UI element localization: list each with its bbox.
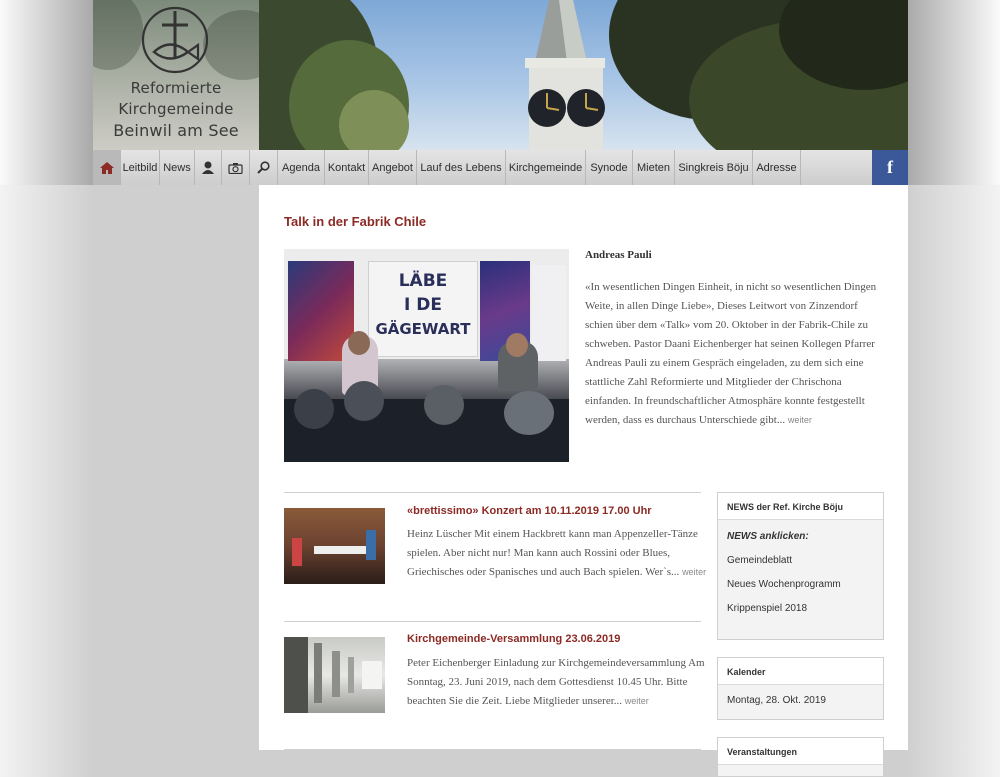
nav-home[interactable] [93,150,121,185]
person-icon [202,161,214,174]
nav-item-agenda[interactable]: Agenda [278,150,325,185]
cross-fish-emblem-icon [141,6,209,74]
article-text: Heinz Lüscher Mit einem Hackbrett kann m… [407,525,707,582]
nav-item-leitbild[interactable]: Leitbild [121,150,160,185]
featured-author: Andreas Pauli [585,249,652,261]
logo-line: Reformierte [130,79,222,97]
nav-item-singkreis[interactable]: Singkreis Böju [675,150,753,185]
article-title[interactable]: Kirchgemeinde-Versammlung 23.06.2019 [407,633,620,645]
featured-more-link[interactable]: weiter [788,415,812,425]
home-icon [99,161,114,174]
camera-icon [228,162,243,174]
article-image[interactable] [284,637,385,713]
calendar-date[interactable]: Montag, 28. Okt. 2019 [727,695,874,706]
nav-gallery[interactable] [222,150,250,185]
banner-line: GÄGEWART [375,320,471,338]
nav-item-synode[interactable]: Synode [586,150,633,185]
search-icon [257,161,270,174]
church-tower-image [525,0,605,150]
divider [284,492,701,493]
article-image[interactable] [284,508,385,584]
news-link-gemeindeblatt[interactable]: Gemeindeblatt [727,552,874,576]
nav-item-angebot[interactable]: Angebot [369,150,417,185]
news-box: NEWS der Ref. Kirche Böju NEWS anklicken… [717,492,884,640]
calendar-box: Kalender Montag, 28. Okt. 2019 [717,657,884,720]
article-text-body: Peter Eichenberger Einladung zur Kirchge… [407,657,705,707]
article-more-link[interactable]: weiter [625,696,649,706]
main-content: Talk in der Fabrik Chile LÄBE I DE GÄGEW… [259,185,908,777]
logo-line: Kirchgemeinde [118,100,234,118]
facebook-button[interactable]: f [872,150,908,185]
banner-text: LÄBE I DE GÄGEWART [368,269,478,341]
article-text: Peter Eichenberger Einladung zur Kirchge… [407,654,707,711]
church-logo[interactable]: Reformierte Kirchgemeinde Beinwil am See [93,0,259,150]
banner-line: I DE [404,295,442,315]
nav-item-mieten[interactable]: Mieten [633,150,675,185]
events-box: Veranstaltungen [717,737,884,777]
nav-item-kontakt[interactable]: Kontakt [325,150,369,185]
news-intro: NEWS anklicken: [727,531,809,542]
logo-text: Reformierte Kirchgemeinde Beinwil am See [93,78,259,141]
facebook-icon: f [887,157,893,177]
article-text-body: Heinz Lüscher Mit einem Hackbrett kann m… [407,528,698,578]
featured-text: «In wesentlichen Dingen Einheit, in nich… [585,278,880,430]
featured-image[interactable]: LÄBE I DE GÄGEWART [284,249,569,462]
events-box-header: Veranstaltungen [718,738,883,765]
nav-item-lauf-des-lebens[interactable]: Lauf des Lebens [417,150,506,185]
header-banner-image [259,0,908,150]
nav-item-kirchgemeinde[interactable]: Kirchgemeinde [506,150,586,185]
news-link-krippenspiel[interactable]: Krippenspiel 2018 [727,600,874,624]
article-title[interactable]: «brettissimo» Konzert am 10.11.2019 17.0… [407,505,652,517]
nav-person[interactable] [195,150,222,185]
logo-line: Beinwil am See [113,121,239,140]
featured-title[interactable]: Talk in der Fabrik Chile [284,214,426,229]
main-navigation: Leitbild News Agenda Kontakt Angebot Lau… [93,150,908,185]
banner-line: LÄBE [398,271,448,291]
nav-item-adresse[interactable]: Adresse [753,150,801,185]
calendar-box-header: Kalender [718,658,883,685]
featured-text-body: «In wesentlichen Dingen Einheit, in nich… [585,281,877,426]
article-more-link[interactable]: weiter [682,567,706,577]
nav-search[interactable] [250,150,278,185]
news-box-header: NEWS der Ref. Kirche Böju [718,493,883,520]
news-link-wochenprogramm[interactable]: Neues Wochenprogramm [727,576,874,600]
nav-item-news[interactable]: News [160,150,195,185]
divider [284,621,701,622]
